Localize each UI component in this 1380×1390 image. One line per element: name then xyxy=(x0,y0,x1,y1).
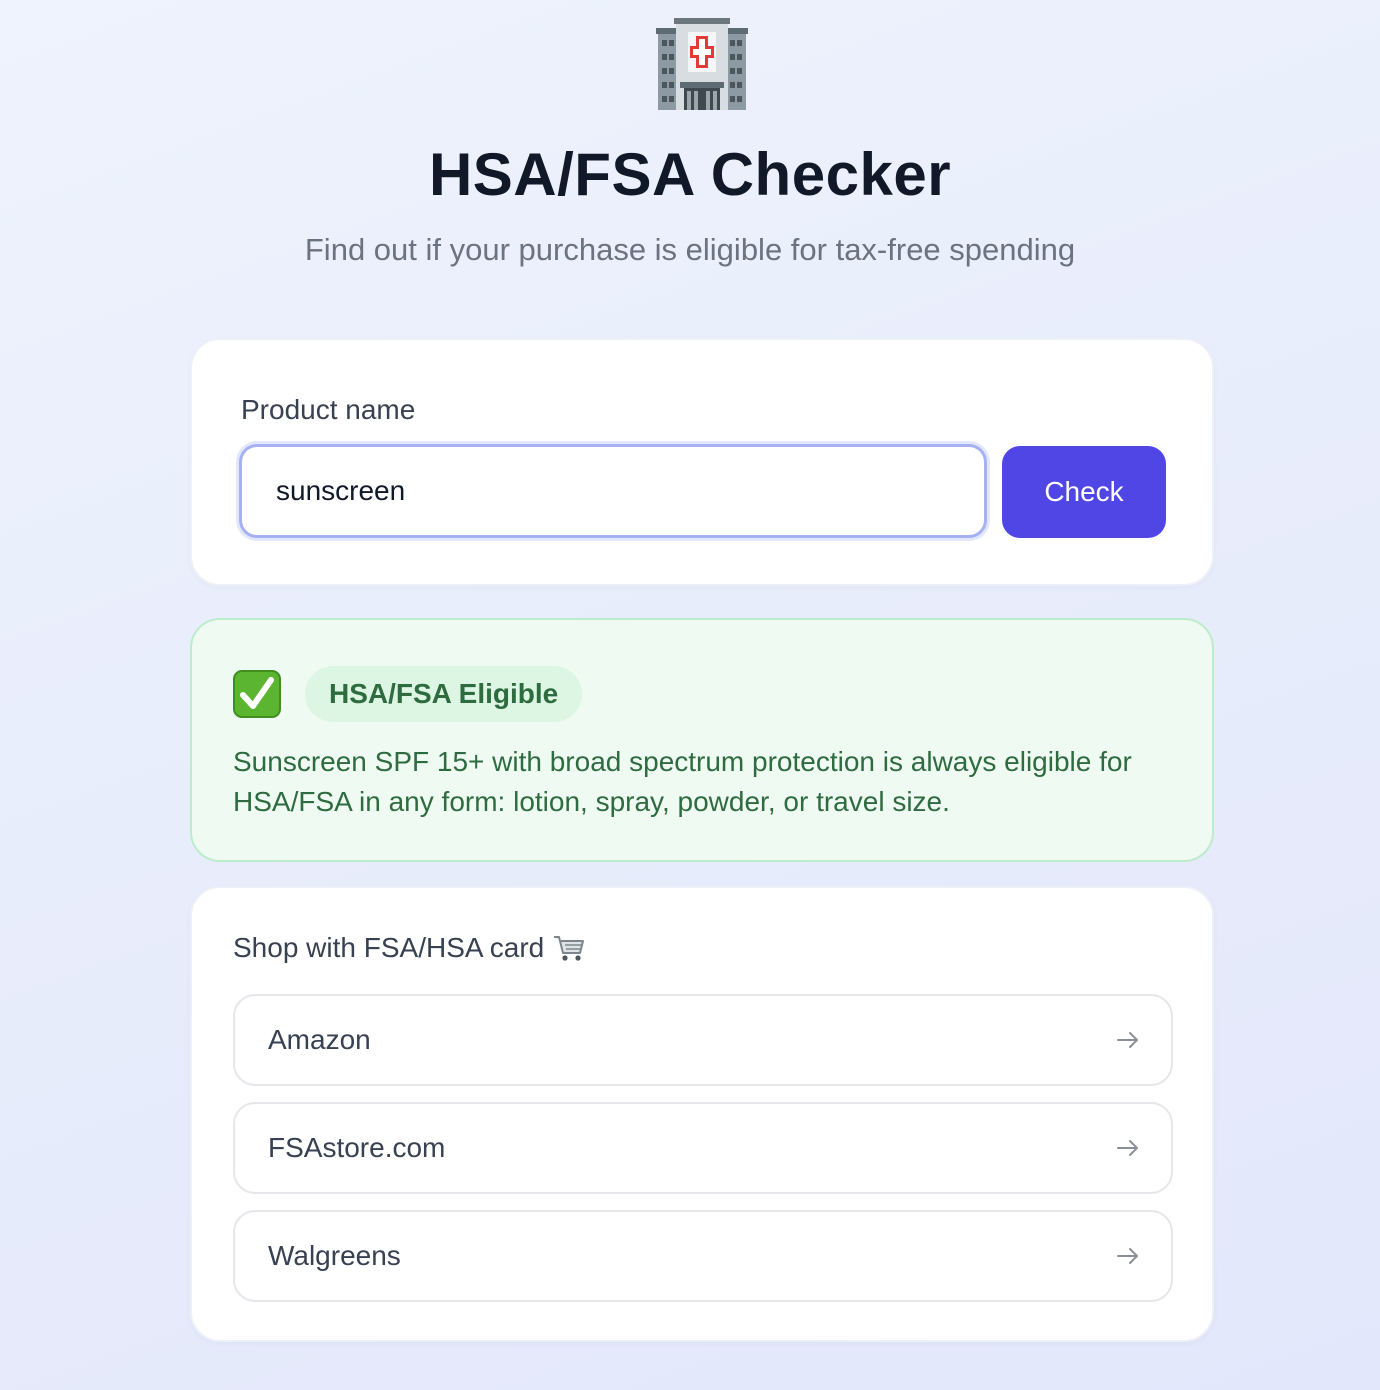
eligibility-badge: HSA/FSA Eligible xyxy=(305,666,583,722)
shop-heading: Shop with FSA/HSA card xyxy=(233,932,586,964)
result-description: Sunscreen SPF 15+ with broad spectrum pr… xyxy=(233,746,1132,817)
page-title: HSA/FSA Checker xyxy=(428,141,952,208)
shopping-cart-icon xyxy=(554,936,585,961)
arrow-right-icon xyxy=(1117,1032,1138,1048)
check-button[interactable]: Check xyxy=(1002,446,1166,538)
store-link-walgreens[interactable]: Walgreens xyxy=(233,1210,1173,1302)
store-name: FSAstore.com xyxy=(268,1132,446,1163)
arrow-right-icon xyxy=(1117,1248,1138,1264)
product-name-input[interactable] xyxy=(239,444,987,538)
shop-heading-text: Shop with FSA/HSA card xyxy=(233,932,545,963)
store-link-fsastore[interactable]: FSAstore.com xyxy=(233,1102,1173,1194)
result-card: HSA/FSA Eligible Sunscreen SPF 15+ with … xyxy=(190,618,1214,862)
store-link-amazon[interactable]: Amazon xyxy=(233,994,1173,1086)
shop-card: Shop with FSA/HSA card Amazon FSAstore.c… xyxy=(190,886,1214,1342)
arrow-right-icon xyxy=(1117,1140,1138,1156)
hospital-icon xyxy=(656,18,748,110)
check-mark-button-icon xyxy=(233,670,281,718)
page-subtitle: Find out if your purchase is eligible fo… xyxy=(304,232,1076,267)
store-name: Walgreens xyxy=(268,1240,401,1271)
store-name: Amazon xyxy=(268,1024,371,1055)
product-name-label: Product name xyxy=(241,394,416,425)
search-card: Product name Check xyxy=(190,338,1214,586)
